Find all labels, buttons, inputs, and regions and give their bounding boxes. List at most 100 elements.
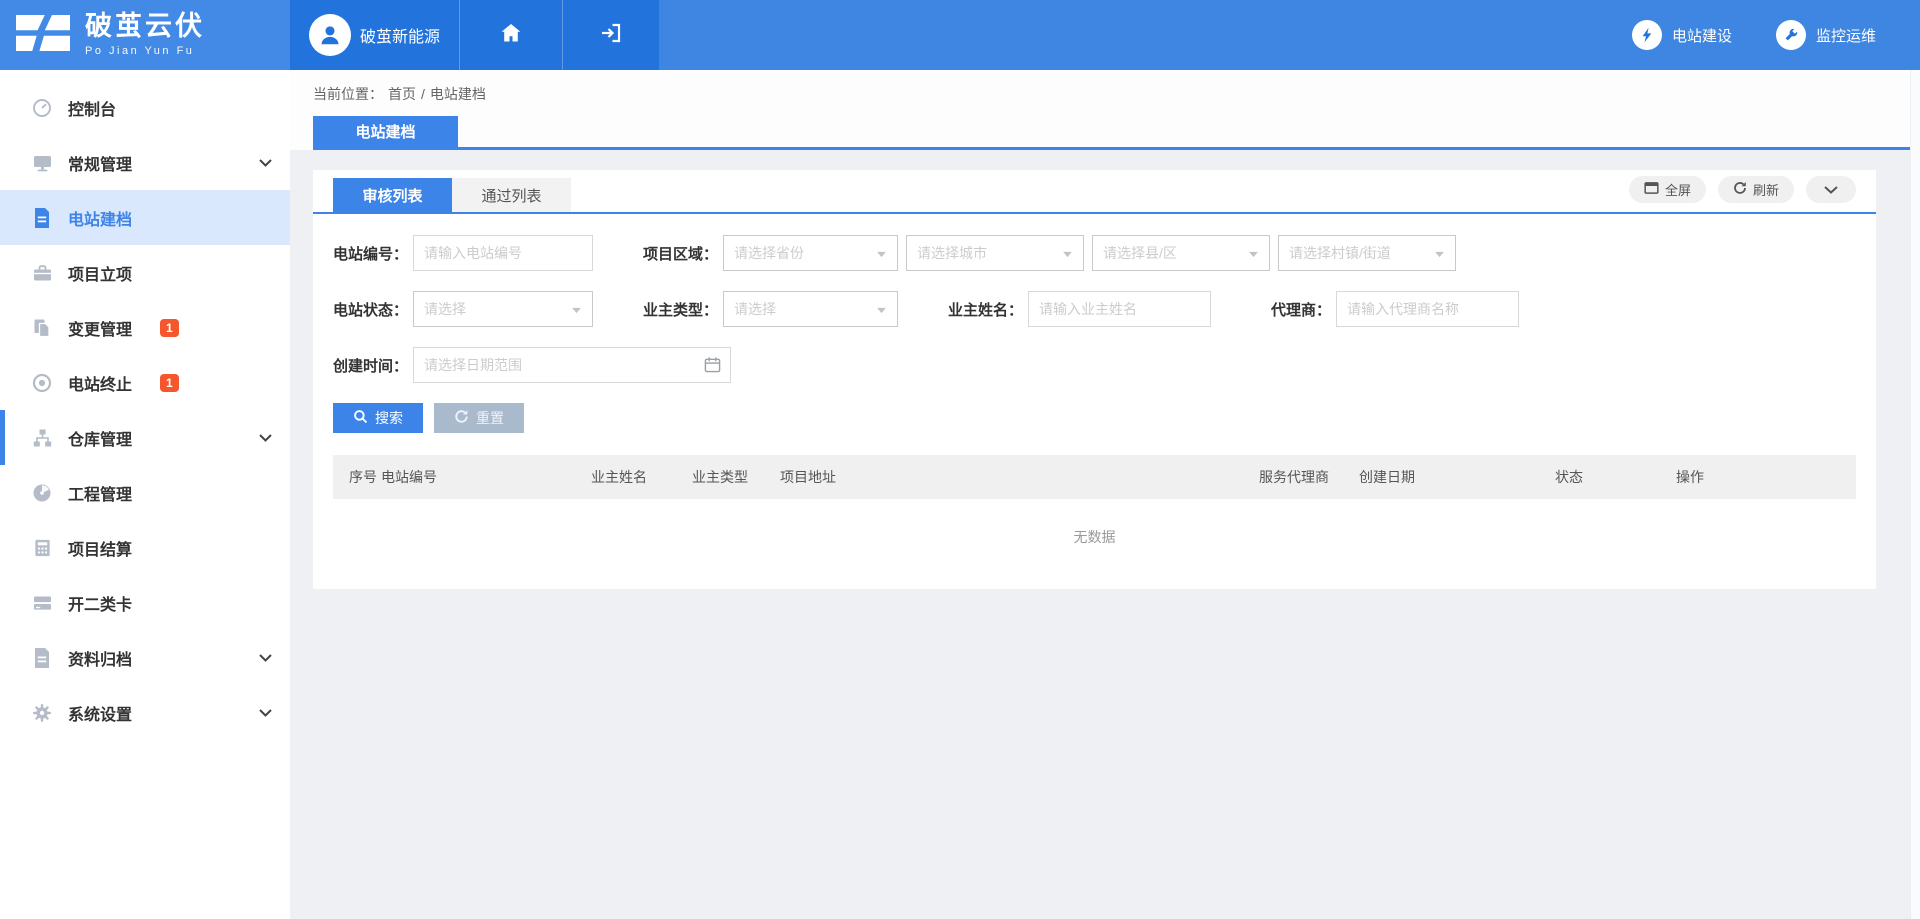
column-header: 状态: [1555, 467, 1676, 487]
notification-badge: 1: [160, 319, 179, 337]
sidebar-item-engineering-mgmt[interactable]: 工程管理: [0, 465, 290, 520]
province-select[interactable]: 请选择省份: [723, 235, 898, 271]
calculator-icon: [30, 537, 54, 559]
scrollbar[interactable]: [1910, 70, 1920, 919]
top-bar: 破茧云伏 Po Jian Yun Fu 破茧新能源: [0, 0, 1920, 70]
chevron-down-icon: [259, 654, 272, 662]
owner-type-label: 业主类型：: [643, 299, 718, 320]
column-header: 操作: [1676, 467, 1856, 487]
notification-badge: 1: [160, 374, 179, 392]
sidebar-item-project-settlement[interactable]: 项目结算: [0, 520, 290, 575]
breadcrumb-current: 电站建档: [430, 84, 486, 104]
chevron-down-icon: [259, 709, 272, 717]
sidebar-item-system-settings[interactable]: 系统设置: [0, 685, 290, 740]
refresh-button[interactable]: 刷新: [1718, 176, 1794, 203]
breadcrumb-prefix: 当前位置：: [313, 84, 383, 104]
station-status-label: 电站状态：: [333, 299, 408, 320]
active-indicator: [0, 410, 5, 465]
user-menu[interactable]: 破茧新能源: [290, 0, 459, 70]
monitor-icon: [30, 152, 54, 174]
panel-tabs: 审核列表 通过列表 全屏: [313, 170, 1876, 214]
gauge-icon: [30, 482, 54, 504]
main-content: 当前位置： 首页 / 电站建档 电站建档 审核列表 通过列表 全屏: [290, 70, 1920, 919]
brand-title: 破茧云伏: [85, 13, 205, 40]
filter-agent: 代理商：: [1261, 291, 1519, 327]
column-header: 项目地址: [780, 467, 1259, 487]
search-button[interactable]: 搜索: [333, 403, 423, 433]
search-icon: [353, 409, 368, 427]
sidebar-item-type2-card[interactable]: 开二类卡: [0, 575, 290, 630]
collapse-button[interactable]: [1806, 176, 1856, 203]
filter-form: 电站编号： 项目区域： 请选择省份 请选择城市: [313, 214, 1876, 433]
filter-create-time: 创建时间：: [333, 347, 731, 383]
station-code-label: 电站编号：: [333, 243, 408, 264]
calendar-icon[interactable]: [704, 356, 721, 378]
caret-down-icon: [1248, 245, 1259, 261]
column-header: 业主类型: [692, 467, 780, 487]
card-icon: [30, 592, 54, 614]
wrench-icon: [1776, 20, 1806, 50]
caret-down-icon: [1434, 245, 1445, 261]
filter-owner-type: 业主类型： 请选择: [643, 291, 898, 327]
panel-toolbar: 全屏 刷新: [1629, 176, 1856, 203]
column-header: 服务代理商: [1259, 467, 1359, 487]
station-status-select[interactable]: 请选择: [413, 291, 593, 327]
logo-icon: [16, 12, 70, 59]
breadcrumb-home[interactable]: 首页: [388, 84, 416, 104]
target-icon: [30, 372, 54, 394]
header-spacer: [659, 0, 1632, 70]
caret-down-icon: [571, 301, 582, 317]
sidebar-item-warehouse-mgmt[interactable]: 仓库管理: [0, 410, 290, 465]
home-button[interactable]: [459, 0, 562, 70]
lightning-icon: [1632, 20, 1662, 50]
filter-owner-name: 业主姓名：: [948, 291, 1211, 327]
panel: 审核列表 通过列表 全屏: [313, 170, 1876, 589]
page-tab[interactable]: 电站建档: [313, 116, 458, 147]
gear-icon: [30, 702, 54, 724]
column-header: 创建日期: [1359, 467, 1555, 487]
sidebar-item-data-archive[interactable]: 资料归档: [0, 630, 290, 685]
county-select[interactable]: 请选择县/区: [1092, 235, 1270, 271]
copy-icon: [30, 317, 54, 339]
company-name: 破茧新能源: [360, 23, 440, 47]
sidebar: 控制台 常规管理 电站建档: [0, 70, 290, 919]
sidebar-item-station-archive[interactable]: 电站建档: [0, 190, 290, 245]
brand-subtitle: Po Jian Yun Fu: [85, 45, 205, 57]
fullscreen-button[interactable]: 全屏: [1629, 176, 1706, 203]
station-code-input[interactable]: [413, 235, 593, 271]
owner-type-select[interactable]: 请选择: [723, 291, 898, 327]
sidebar-item-console[interactable]: 控制台: [0, 80, 290, 135]
logout-button[interactable]: [562, 0, 659, 70]
briefcase-icon: [30, 262, 54, 284]
sidebar-item-station-termination[interactable]: 电站终止 1: [0, 355, 290, 410]
agent-input[interactable]: [1336, 291, 1519, 327]
nav-station-build-label: 电站建设: [1672, 25, 1732, 46]
reset-button[interactable]: 重置: [434, 403, 524, 433]
chevron-down-icon: [1824, 182, 1838, 197]
sidebar-item-general-mgmt[interactable]: 常规管理: [0, 135, 290, 190]
breadcrumb: 当前位置： 首页 / 电站建档: [313, 84, 1920, 104]
date-range-input[interactable]: [413, 347, 731, 383]
home-icon: [499, 21, 523, 50]
nav-station-build[interactable]: 电站建设: [1632, 0, 1732, 70]
chevron-down-icon: [259, 159, 272, 167]
owner-name-input[interactable]: [1028, 291, 1211, 327]
sidebar-item-change-mgmt[interactable]: 变更管理 1: [0, 300, 290, 355]
city-select[interactable]: 请选择城市: [906, 235, 1084, 271]
column-header: 序号: [349, 467, 381, 487]
town-select[interactable]: 请选择村镇/街道: [1278, 235, 1456, 271]
brand-logo[interactable]: 破茧云伏 Po Jian Yun Fu: [0, 0, 290, 70]
agent-label: 代理商：: [1261, 299, 1331, 320]
caret-down-icon: [876, 245, 887, 261]
logout-icon: [599, 21, 623, 50]
tab-passed-list[interactable]: 通过列表: [452, 178, 571, 212]
reset-icon: [454, 409, 469, 427]
tab-review-list[interactable]: 审核列表: [333, 178, 452, 212]
sidebar-item-project-initiation[interactable]: 项目立项: [0, 245, 290, 300]
table-header-row: 序号 电站编号 业主姓名 业主类型 项目地址 服务代理商 创建日期 状态 操作: [333, 455, 1856, 499]
breadcrumb-separator: /: [421, 86, 425, 102]
nav-monitor-ops[interactable]: 监控运维: [1776, 0, 1876, 70]
chevron-down-icon: [259, 434, 272, 442]
refresh-icon: [1733, 181, 1747, 198]
dashboard-icon: [30, 97, 54, 119]
